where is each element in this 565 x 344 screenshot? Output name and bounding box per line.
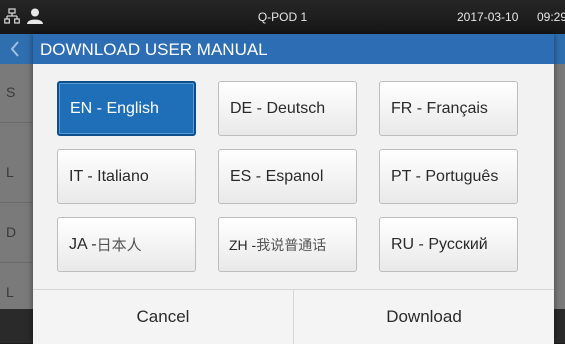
language-option-fr[interactable]: FR - Français (379, 81, 518, 136)
language-option-en[interactable]: EN - English (57, 81, 196, 136)
chevron-left-icon (10, 41, 19, 57)
language-option-it[interactable]: IT - Italiano (57, 149, 196, 204)
download-manual-dialog: DOWNLOAD USER MANUAL EN - English DE - D… (33, 34, 554, 344)
dialog-title: DOWNLOAD USER MANUAL (40, 40, 268, 59)
language-option-ru[interactable]: RU - Русский (379, 217, 518, 272)
status-time: 09:29 (537, 10, 565, 24)
language-option-de[interactable]: DE - Deutsch (218, 81, 357, 136)
cancel-button[interactable]: Cancel (33, 290, 294, 344)
dialog-footer: Cancel Download (33, 289, 554, 344)
background-row: S (0, 64, 32, 123)
status-date: 2017-03-10 (457, 10, 519, 24)
language-option-pt[interactable]: PT - Português (379, 149, 518, 204)
language-option-es[interactable]: ES - Espanol (218, 149, 357, 204)
dialog-header: DOWNLOAD USER MANUAL (33, 34, 554, 64)
language-option-ja[interactable]: JA - 日本人 (57, 217, 196, 272)
download-button[interactable]: Download (294, 290, 554, 344)
status-bar: Q-POD 1 2017-03-10 09:29 (0, 0, 565, 34)
language-grid: EN - English DE - Deutsch FR - Français … (33, 64, 554, 289)
background-row: L (0, 144, 32, 203)
background-row: D (0, 204, 32, 263)
language-option-zh[interactable]: ZH - 我说普通话 (218, 217, 357, 272)
